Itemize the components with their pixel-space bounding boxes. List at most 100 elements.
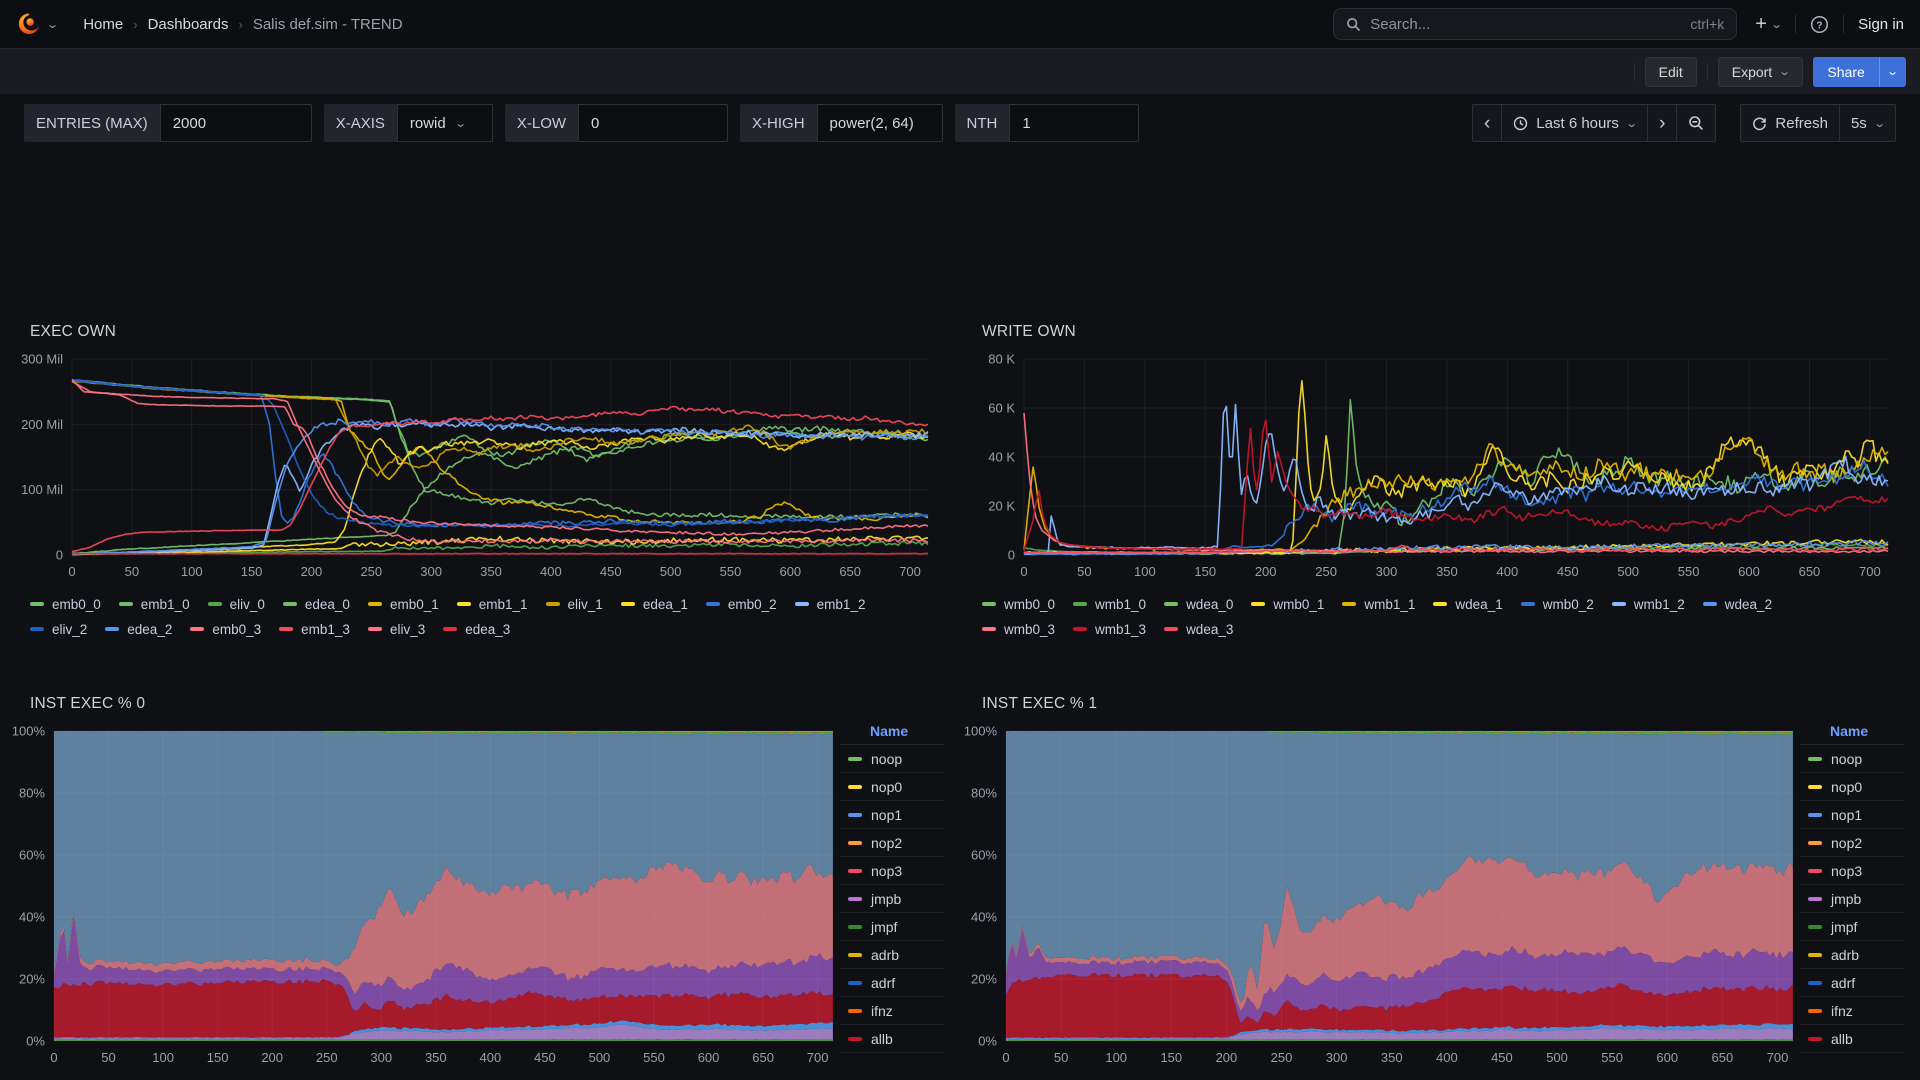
legend-item-nop2[interactable]: nop2 xyxy=(1800,829,1904,857)
time-forward-button[interactable]: › xyxy=(1648,104,1677,142)
legend-item-edea_1[interactable]: edea_1 xyxy=(621,594,688,614)
legend-item-wmb1_0[interactable]: wmb1_0 xyxy=(1073,594,1146,614)
legend-item-wmb1_1[interactable]: wmb1_1 xyxy=(1342,594,1415,614)
legend-item-nop0[interactable]: nop0 xyxy=(1800,773,1904,801)
chevron-down-icon: ⌄ xyxy=(454,117,467,130)
legend-item-nop2[interactable]: nop2 xyxy=(840,829,944,857)
org-switcher[interactable]: ⌄ xyxy=(16,11,57,37)
svg-text:50: 50 xyxy=(125,564,139,579)
control-input-entries-max[interactable]: 2000 xyxy=(160,104,312,142)
legend-item-noop[interactable]: noop xyxy=(1800,745,1904,773)
svg-text:350: 350 xyxy=(480,564,502,579)
legend-label: allb xyxy=(1831,1031,1853,1047)
refresh-button[interactable]: Refresh xyxy=(1740,104,1840,142)
legend-item-jmpf[interactable]: jmpf xyxy=(840,913,944,941)
control-input-x-low[interactable]: 0 xyxy=(578,104,728,142)
variable-controls-row: ENTRIES (MAX)2000X-AXISrowid⌄X-LOW0X-HIG… xyxy=(0,94,1920,152)
add-new-button[interactable]: + ⌄ xyxy=(1755,14,1781,34)
legend-item-jmpb[interactable]: jmpb xyxy=(1800,885,1904,913)
legend-item-edea_0[interactable]: edea_0 xyxy=(283,594,350,614)
legend-item-adrb[interactable]: adrb xyxy=(1800,941,1904,969)
legend-item-wmb0_3[interactable]: wmb0_3 xyxy=(982,619,1055,639)
legend-item-emb1_1[interactable]: emb1_1 xyxy=(457,594,528,614)
legend-item-wmb1_3[interactable]: wmb1_3 xyxy=(1073,619,1146,639)
stacked-area-chart[interactable]: 0%20%40%60%80%100%0501001502002503003504… xyxy=(8,717,840,1078)
time-range-button[interactable]: Last 6 hours ⌄ xyxy=(1502,104,1648,142)
legend-item-wmb0_0[interactable]: wmb0_0 xyxy=(982,594,1055,614)
legend-item-adrb[interactable]: adrb xyxy=(840,941,944,969)
legend-item-noop[interactable]: noop xyxy=(840,745,944,773)
legend-item-nop3[interactable]: nop3 xyxy=(840,857,944,885)
legend-item-wmb1_2[interactable]: wmb1_2 xyxy=(1612,594,1685,614)
legend-item-wdea_3[interactable]: wdea_3 xyxy=(1164,619,1233,639)
legend-item-emb1_0[interactable]: emb1_0 xyxy=(119,594,190,614)
legend-item-ifnz[interactable]: ifnz xyxy=(840,997,944,1025)
legend-item-nop0[interactable]: nop0 xyxy=(840,773,944,801)
legend-label: adrf xyxy=(1831,975,1855,991)
series-color-icon xyxy=(848,785,862,789)
zoom-out-button[interactable] xyxy=(1677,104,1716,142)
share-button[interactable]: Share xyxy=(1813,57,1878,87)
legend-name-header[interactable]: Name xyxy=(1800,717,1904,745)
legend-item-nop3[interactable]: nop3 xyxy=(1800,857,1904,885)
legend-item-emb1_3[interactable]: emb1_3 xyxy=(279,619,350,639)
legend-item-ifnz[interactable]: ifnz xyxy=(1800,997,1904,1025)
legend-item-adrf[interactable]: adrf xyxy=(1800,969,1904,997)
legend-item-allb[interactable]: allb xyxy=(840,1025,944,1053)
edit-button[interactable]: Edit xyxy=(1645,57,1697,87)
control-input-x-high[interactable]: power(2, 64) xyxy=(817,104,943,142)
stacked-area-chart[interactable]: 0%20%40%60%80%100%0501001502002503003504… xyxy=(960,717,1800,1078)
legend-item-adrf[interactable]: adrf xyxy=(840,969,944,997)
legend-item-nop1[interactable]: nop1 xyxy=(840,801,944,829)
legend-item-jmpf[interactable]: jmpf xyxy=(1800,913,1904,941)
legend-label: wdea_2 xyxy=(1725,597,1772,612)
legend-item-eliv_3[interactable]: eliv_3 xyxy=(368,619,425,639)
legend-item-emb0_0[interactable]: emb0_0 xyxy=(30,594,101,614)
chevron-down-icon: ⌄ xyxy=(46,18,59,31)
series-color-icon xyxy=(119,602,133,606)
breadcrumb-item-dashboards[interactable]: Dashboards xyxy=(148,16,229,33)
time-back-button[interactable]: ‹ xyxy=(1472,104,1502,142)
panel-title[interactable]: INST EXEC % 0 xyxy=(8,685,952,717)
control-select-x-axis[interactable]: rowid⌄ xyxy=(397,104,493,142)
legend-item-emb0_1[interactable]: emb0_1 xyxy=(368,594,439,614)
series-color-icon xyxy=(848,897,862,901)
legend-item-wdea_2[interactable]: wdea_2 xyxy=(1703,594,1772,614)
legend-item-wmb0_1[interactable]: wmb0_1 xyxy=(1251,594,1324,614)
svg-text:40 K: 40 K xyxy=(988,450,1015,465)
legend-item-edea_2[interactable]: edea_2 xyxy=(105,619,172,639)
svg-text:50: 50 xyxy=(101,1050,115,1065)
panel-title[interactable]: EXEC OWN xyxy=(8,313,952,345)
legend-item-wmb0_2[interactable]: wmb0_2 xyxy=(1521,594,1594,614)
series-color-icon xyxy=(1612,602,1626,606)
legend-label: wdea_0 xyxy=(1186,597,1233,612)
search-input[interactable]: Search... ctrl+k xyxy=(1333,8,1737,40)
legend-item-allb[interactable]: allb xyxy=(1800,1025,1904,1053)
timeseries-chart[interactable]: 0100 Mil200 Mil300 Mil050100150200250300… xyxy=(8,345,952,590)
help-icon[interactable]: ? xyxy=(1810,15,1829,34)
legend-label: edea_1 xyxy=(643,597,688,612)
timeseries-chart[interactable]: 020 K40 K60 K80 K05010015020025030035040… xyxy=(960,345,1912,590)
refresh-interval-button[interactable]: 5s ⌄ xyxy=(1840,104,1896,142)
legend-item-edea_3[interactable]: edea_3 xyxy=(443,619,510,639)
panel-title[interactable]: INST EXEC % 1 xyxy=(960,685,1912,717)
export-button[interactable]: Export⌄ xyxy=(1718,57,1804,87)
legend-item-eliv_2[interactable]: eliv_2 xyxy=(30,619,87,639)
legend-item-wdea_1[interactable]: wdea_1 xyxy=(1433,594,1502,614)
control-field-entries-max: ENTRIES (MAX)2000 xyxy=(24,104,312,142)
legend-item-wdea_0[interactable]: wdea_0 xyxy=(1164,594,1233,614)
series-color-icon xyxy=(1808,981,1822,985)
legend-name-header[interactable]: Name xyxy=(840,717,944,745)
control-input-nth[interactable]: 1 xyxy=(1009,104,1139,142)
share-menu-button[interactable]: ⌄ xyxy=(1879,57,1906,87)
legend-item-eliv_0[interactable]: eliv_0 xyxy=(208,594,265,614)
legend-item-emb1_2[interactable]: emb1_2 xyxy=(795,594,866,614)
panel-title[interactable]: WRITE OWN xyxy=(960,313,1912,345)
legend-item-emb0_3[interactable]: emb0_3 xyxy=(190,619,261,639)
legend-item-emb0_2[interactable]: emb0_2 xyxy=(706,594,777,614)
legend-item-eliv_1[interactable]: eliv_1 xyxy=(546,594,603,614)
breadcrumb-item-home[interactable]: Home xyxy=(83,16,123,33)
sign-in-button[interactable]: Sign in xyxy=(1858,16,1904,33)
legend-item-nop1[interactable]: nop1 xyxy=(1800,801,1904,829)
legend-item-jmpb[interactable]: jmpb xyxy=(840,885,944,913)
